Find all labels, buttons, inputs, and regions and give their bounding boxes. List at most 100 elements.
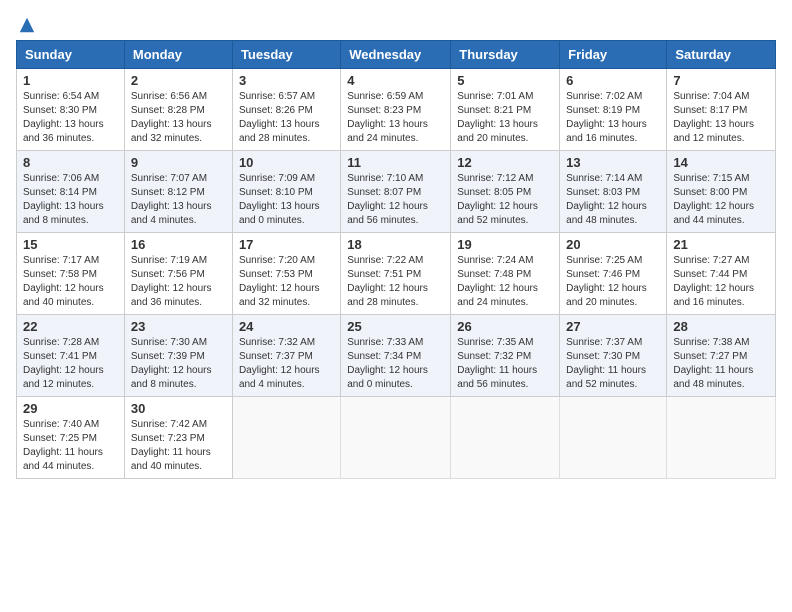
- day-info: Sunrise: 7:37 AM Sunset: 7:30 PM Dayligh…: [566, 336, 660, 392]
- calendar-day-cell: 17 Sunrise: 7:20 AM Sunset: 7:53 PM Dayl…: [232, 233, 340, 315]
- day-info: Sunrise: 7:30 AM Sunset: 7:39 PM Dayligh…: [131, 336, 226, 392]
- day-info: Sunrise: 7:12 AM Sunset: 8:05 PM Dayligh…: [457, 172, 553, 228]
- day-info: Sunrise: 7:28 AM Sunset: 7:41 PM Dayligh…: [23, 336, 118, 392]
- calendar-day-cell: 27 Sunrise: 7:37 AM Sunset: 7:30 PM Dayl…: [560, 315, 667, 397]
- calendar-day-cell: 25 Sunrise: 7:33 AM Sunset: 7:34 PM Dayl…: [341, 315, 451, 397]
- day-info: Sunrise: 7:17 AM Sunset: 7:58 PM Dayligh…: [23, 254, 118, 310]
- day-number: 15: [23, 237, 118, 252]
- weekday-header: Friday: [560, 41, 667, 69]
- page-header: [16, 16, 776, 34]
- day-info: Sunrise: 7:09 AM Sunset: 8:10 PM Dayligh…: [239, 172, 334, 228]
- day-number: 4: [347, 73, 444, 88]
- day-number: 21: [673, 237, 769, 252]
- calendar-day-cell: 12 Sunrise: 7:12 AM Sunset: 8:05 PM Dayl…: [451, 151, 560, 233]
- day-info: Sunrise: 6:59 AM Sunset: 8:23 PM Dayligh…: [347, 90, 444, 146]
- calendar-week-row: 29 Sunrise: 7:40 AM Sunset: 7:25 PM Dayl…: [17, 397, 776, 479]
- day-info: Sunrise: 7:35 AM Sunset: 7:32 PM Dayligh…: [457, 336, 553, 392]
- weekday-header: Thursday: [451, 41, 560, 69]
- calendar-day-cell: 19 Sunrise: 7:24 AM Sunset: 7:48 PM Dayl…: [451, 233, 560, 315]
- calendar-table: SundayMondayTuesdayWednesdayThursdayFrid…: [16, 40, 776, 479]
- day-number: 29: [23, 401, 118, 416]
- day-number: 9: [131, 155, 226, 170]
- calendar-day-cell: 3 Sunrise: 6:57 AM Sunset: 8:26 PM Dayli…: [232, 69, 340, 151]
- day-number: 1: [23, 73, 118, 88]
- day-info: Sunrise: 7:32 AM Sunset: 7:37 PM Dayligh…: [239, 336, 334, 392]
- day-info: Sunrise: 6:54 AM Sunset: 8:30 PM Dayligh…: [23, 90, 118, 146]
- calendar-day-cell: 10 Sunrise: 7:09 AM Sunset: 8:10 PM Dayl…: [232, 151, 340, 233]
- calendar-day-cell: 14 Sunrise: 7:15 AM Sunset: 8:00 PM Dayl…: [667, 151, 776, 233]
- calendar-header-row: SundayMondayTuesdayWednesdayThursdayFrid…: [17, 41, 776, 69]
- weekday-header: Saturday: [667, 41, 776, 69]
- day-info: Sunrise: 7:19 AM Sunset: 7:56 PM Dayligh…: [131, 254, 226, 310]
- calendar-day-cell: 7 Sunrise: 7:04 AM Sunset: 8:17 PM Dayli…: [667, 69, 776, 151]
- day-number: 26: [457, 319, 553, 334]
- day-number: 19: [457, 237, 553, 252]
- day-number: 16: [131, 237, 226, 252]
- day-info: Sunrise: 7:14 AM Sunset: 8:03 PM Dayligh…: [566, 172, 660, 228]
- day-info: Sunrise: 7:20 AM Sunset: 7:53 PM Dayligh…: [239, 254, 334, 310]
- weekday-header: Wednesday: [341, 41, 451, 69]
- day-info: Sunrise: 7:15 AM Sunset: 8:00 PM Dayligh…: [673, 172, 769, 228]
- day-number: 11: [347, 155, 444, 170]
- calendar-day-cell: 22 Sunrise: 7:28 AM Sunset: 7:41 PM Dayl…: [17, 315, 125, 397]
- day-info: Sunrise: 6:56 AM Sunset: 8:28 PM Dayligh…: [131, 90, 226, 146]
- calendar-day-cell: 8 Sunrise: 7:06 AM Sunset: 8:14 PM Dayli…: [17, 151, 125, 233]
- day-number: 8: [23, 155, 118, 170]
- calendar-day-cell: [451, 397, 560, 479]
- day-info: Sunrise: 7:10 AM Sunset: 8:07 PM Dayligh…: [347, 172, 444, 228]
- day-info: Sunrise: 7:40 AM Sunset: 7:25 PM Dayligh…: [23, 418, 118, 474]
- calendar-body: 1 Sunrise: 6:54 AM Sunset: 8:30 PM Dayli…: [17, 69, 776, 479]
- calendar-day-cell: 21 Sunrise: 7:27 AM Sunset: 7:44 PM Dayl…: [667, 233, 776, 315]
- calendar-day-cell: 23 Sunrise: 7:30 AM Sunset: 7:39 PM Dayl…: [124, 315, 232, 397]
- day-number: 25: [347, 319, 444, 334]
- day-number: 27: [566, 319, 660, 334]
- logo: [16, 16, 36, 34]
- day-info: Sunrise: 7:38 AM Sunset: 7:27 PM Dayligh…: [673, 336, 769, 392]
- day-number: 12: [457, 155, 553, 170]
- calendar-day-cell: 9 Sunrise: 7:07 AM Sunset: 8:12 PM Dayli…: [124, 151, 232, 233]
- calendar-day-cell: 20 Sunrise: 7:25 AM Sunset: 7:46 PM Dayl…: [560, 233, 667, 315]
- day-number: 5: [457, 73, 553, 88]
- day-number: 3: [239, 73, 334, 88]
- calendar-day-cell: 30 Sunrise: 7:42 AM Sunset: 7:23 PM Dayl…: [124, 397, 232, 479]
- calendar-day-cell: 26 Sunrise: 7:35 AM Sunset: 7:32 PM Dayl…: [451, 315, 560, 397]
- day-number: 28: [673, 319, 769, 334]
- day-info: Sunrise: 7:42 AM Sunset: 7:23 PM Dayligh…: [131, 418, 226, 474]
- calendar-day-cell: [232, 397, 340, 479]
- day-info: Sunrise: 7:33 AM Sunset: 7:34 PM Dayligh…: [347, 336, 444, 392]
- calendar-week-row: 15 Sunrise: 7:17 AM Sunset: 7:58 PM Dayl…: [17, 233, 776, 315]
- day-number: 18: [347, 237, 444, 252]
- day-info: Sunrise: 7:22 AM Sunset: 7:51 PM Dayligh…: [347, 254, 444, 310]
- day-number: 10: [239, 155, 334, 170]
- day-info: Sunrise: 7:02 AM Sunset: 8:19 PM Dayligh…: [566, 90, 660, 146]
- day-info: Sunrise: 7:27 AM Sunset: 7:44 PM Dayligh…: [673, 254, 769, 310]
- day-info: Sunrise: 7:07 AM Sunset: 8:12 PM Dayligh…: [131, 172, 226, 228]
- day-number: 22: [23, 319, 118, 334]
- calendar-week-row: 1 Sunrise: 6:54 AM Sunset: 8:30 PM Dayli…: [17, 69, 776, 151]
- day-info: Sunrise: 6:57 AM Sunset: 8:26 PM Dayligh…: [239, 90, 334, 146]
- calendar-day-cell: 18 Sunrise: 7:22 AM Sunset: 7:51 PM Dayl…: [341, 233, 451, 315]
- day-info: Sunrise: 7:01 AM Sunset: 8:21 PM Dayligh…: [457, 90, 553, 146]
- calendar-day-cell: 2 Sunrise: 6:56 AM Sunset: 8:28 PM Dayli…: [124, 69, 232, 151]
- day-info: Sunrise: 7:25 AM Sunset: 7:46 PM Dayligh…: [566, 254, 660, 310]
- calendar-week-row: 8 Sunrise: 7:06 AM Sunset: 8:14 PM Dayli…: [17, 151, 776, 233]
- calendar-day-cell: 6 Sunrise: 7:02 AM Sunset: 8:19 PM Dayli…: [560, 69, 667, 151]
- day-number: 20: [566, 237, 660, 252]
- day-number: 14: [673, 155, 769, 170]
- logo-icon: [18, 16, 36, 34]
- calendar-day-cell: 15 Sunrise: 7:17 AM Sunset: 7:58 PM Dayl…: [17, 233, 125, 315]
- calendar-day-cell: 24 Sunrise: 7:32 AM Sunset: 7:37 PM Dayl…: [232, 315, 340, 397]
- day-number: 6: [566, 73, 660, 88]
- calendar-day-cell: 28 Sunrise: 7:38 AM Sunset: 7:27 PM Dayl…: [667, 315, 776, 397]
- calendar-day-cell: [667, 397, 776, 479]
- day-number: 2: [131, 73, 226, 88]
- day-number: 24: [239, 319, 334, 334]
- weekday-header: Sunday: [17, 41, 125, 69]
- day-number: 7: [673, 73, 769, 88]
- calendar-day-cell: [341, 397, 451, 479]
- day-number: 30: [131, 401, 226, 416]
- day-number: 17: [239, 237, 334, 252]
- day-info: Sunrise: 7:24 AM Sunset: 7:48 PM Dayligh…: [457, 254, 553, 310]
- day-number: 23: [131, 319, 226, 334]
- calendar-day-cell: 5 Sunrise: 7:01 AM Sunset: 8:21 PM Dayli…: [451, 69, 560, 151]
